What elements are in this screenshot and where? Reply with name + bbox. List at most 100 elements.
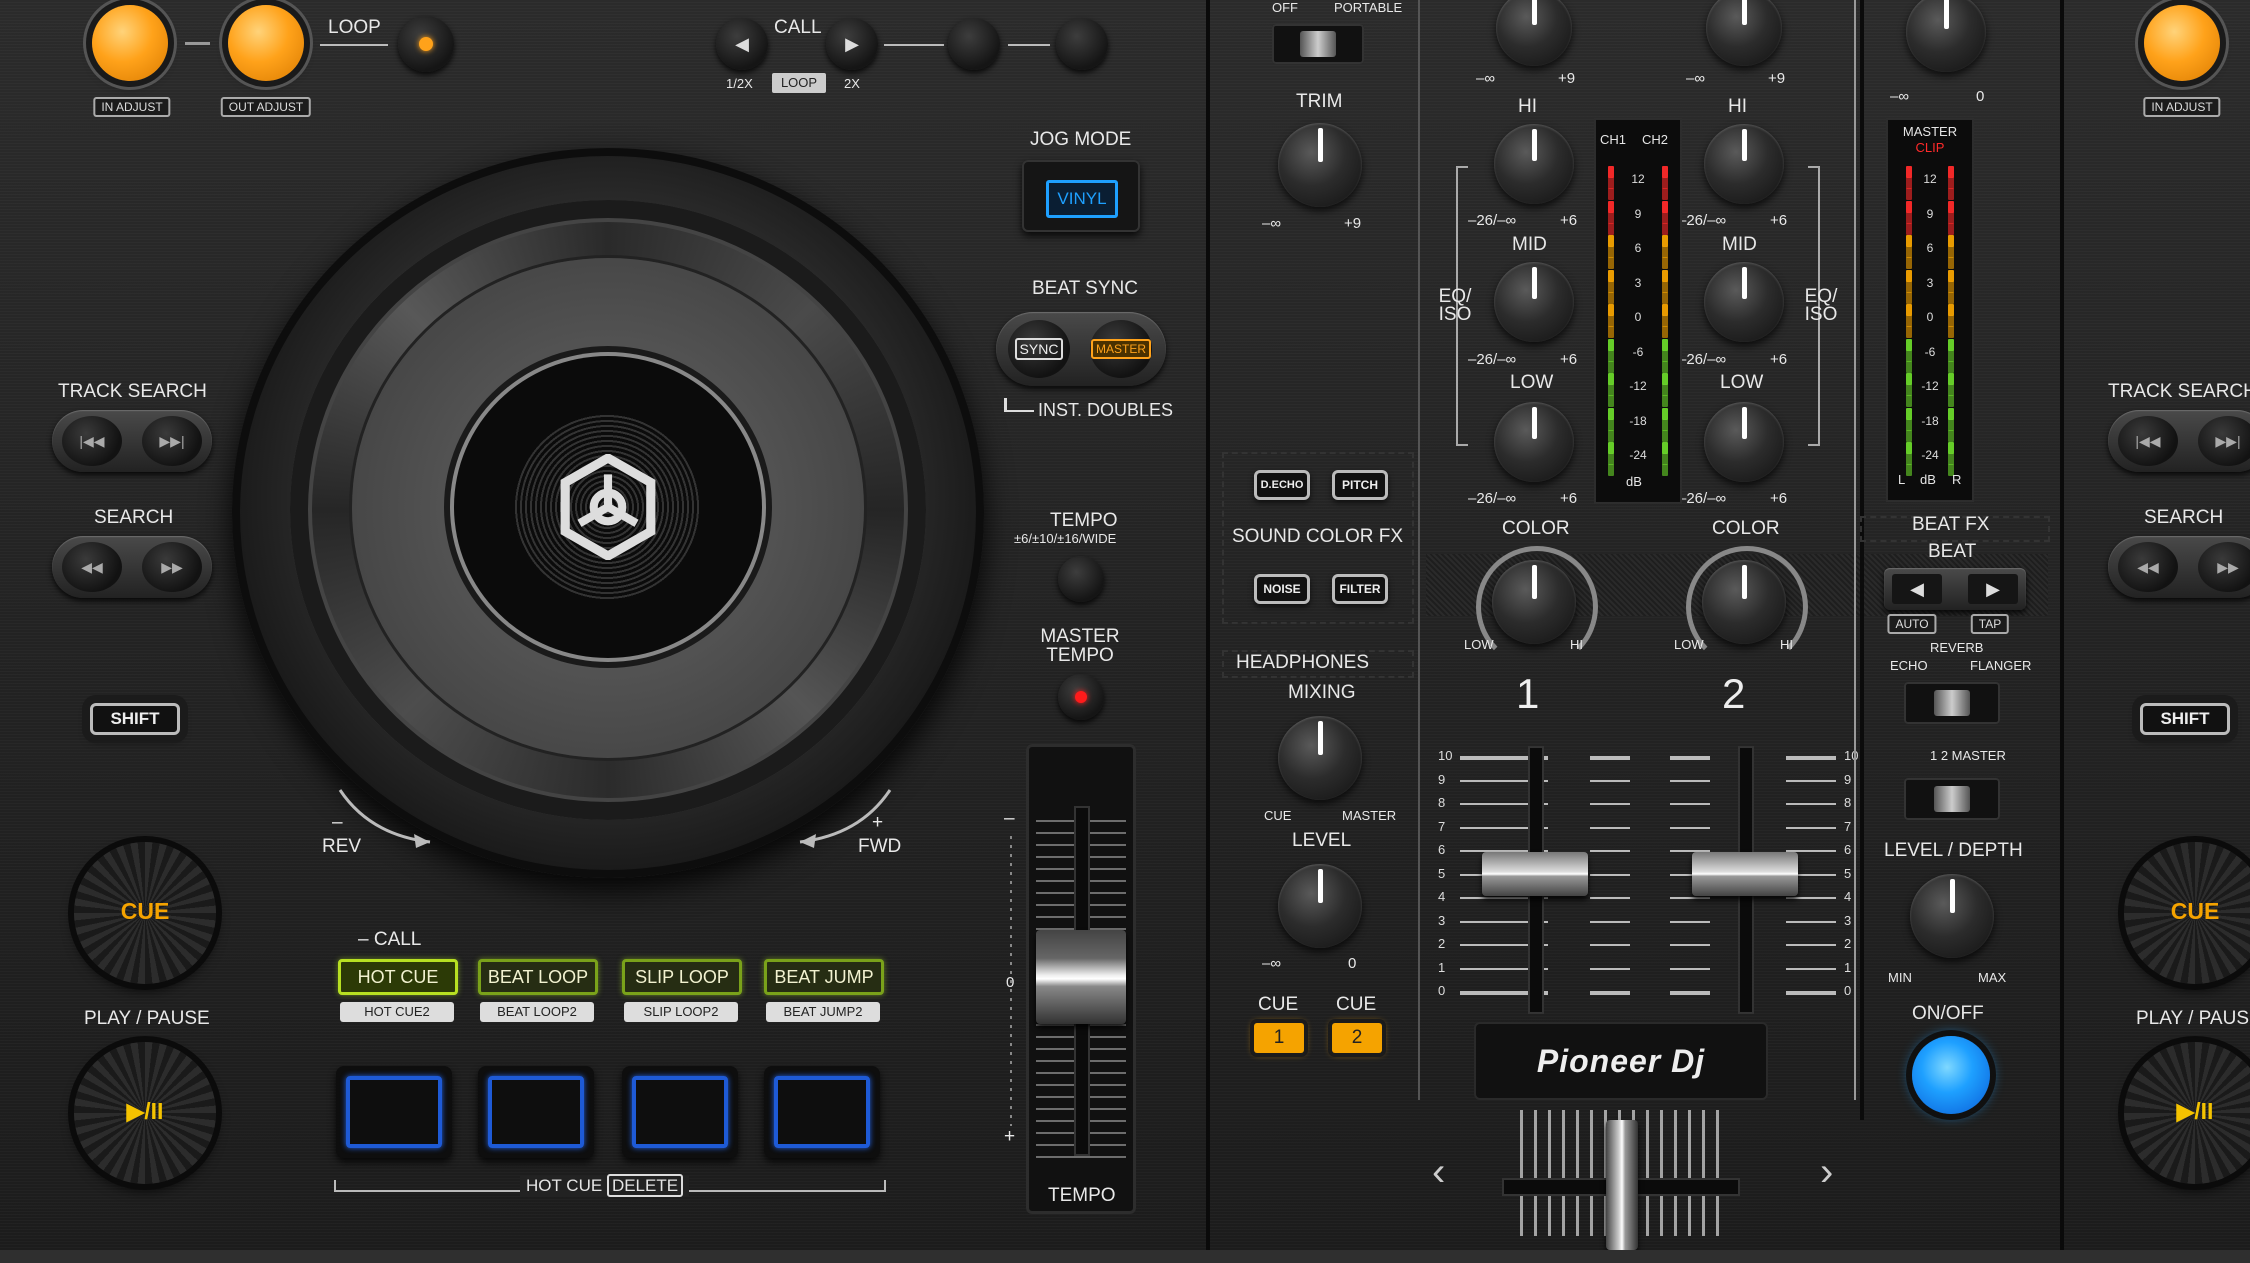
d-echo-button[interactable]: D.ECHO [1254, 470, 1310, 500]
hot-cue-delete-label: HOT CUE DELETE [520, 1174, 690, 1197]
ch1-mid-knob[interactable] [1494, 262, 1574, 342]
shift-button[interactable]: SHIFT [90, 703, 180, 735]
beat-jump-mode-button[interactable]: BEAT JUMP [764, 959, 884, 995]
reverb-label: REVERB [1930, 640, 1984, 655]
slip-loop-mode-button[interactable]: SLIP LOOP [622, 959, 742, 995]
loop-in-button[interactable] [92, 5, 168, 81]
call-back-button[interactable]: ◀ [716, 18, 768, 70]
play-pause-button[interactable]: ▶/II [74, 1042, 216, 1184]
master-level-knob[interactable] [1906, 0, 1986, 72]
cue-1-button[interactable]: 1 [1254, 1023, 1304, 1053]
play-pause-label: PLAY / PAUSE [84, 1008, 210, 1029]
meter-scale-value: 9 [1926, 206, 1934, 221]
meter-led [1906, 418, 1912, 431]
loop-out-button[interactable] [228, 5, 304, 81]
right-search-back-button[interactable]: ◀◀ [2118, 542, 2178, 592]
filter-button[interactable]: FILTER [1332, 574, 1388, 604]
ch2-hi-knob[interactable] [1704, 124, 1784, 204]
call-forward-button[interactable]: ▶ [826, 18, 878, 70]
fader-scale-line [1590, 944, 1630, 946]
fader-scale-line [1590, 967, 1630, 970]
meter-led [1662, 211, 1668, 224]
in-adjust-label: IN ADJUST [93, 97, 171, 117]
cue-2-button[interactable]: 2 [1332, 1023, 1382, 1053]
mic-trim-knob[interactable] [1278, 123, 1362, 207]
ch1-low-knob[interactable] [1494, 402, 1574, 482]
mic-switch[interactable] [1272, 24, 1364, 64]
meter-scale-value: 0 [1926, 310, 1934, 324]
tempo-fader-cap[interactable] [1036, 930, 1126, 1024]
meter-led [1608, 200, 1614, 213]
ch1-low-max: +6 [1560, 490, 1578, 507]
delete-button[interactable] [1056, 18, 1108, 70]
beat-loop-mode-button[interactable]: BEAT LOOP [478, 959, 598, 995]
headphone-level-knob[interactable] [1278, 864, 1362, 948]
search-forward-button[interactable]: ▶▶ [142, 542, 202, 592]
ch1-hi-min: –26/–∞ [1468, 212, 1517, 229]
jog-wheel[interactable] [232, 148, 984, 878]
fwd-label: FWD [858, 836, 902, 857]
ch2-trim-knob[interactable] [1706, 0, 1782, 66]
cue-2-label: CUE [1336, 994, 1377, 1015]
right-search-forward-button[interactable]: ▶▶ [2198, 542, 2250, 592]
ch1-trim-knob[interactable] [1496, 0, 1572, 66]
memory-button[interactable] [948, 18, 1000, 70]
master-tempo-button[interactable] [1058, 674, 1104, 720]
meter-scale-value: -24 [1921, 448, 1939, 462]
ch2-color-knob[interactable] [1702, 560, 1786, 644]
fader-scale-line [1590, 779, 1630, 782]
right-cue-button[interactable]: CUE [2124, 842, 2250, 984]
ch2-low-max: +6 [1770, 490, 1788, 507]
performance-pad-4[interactable] [764, 1066, 880, 1158]
master-tempo-led [1075, 691, 1087, 703]
crossfader-cap[interactable] [1606, 1120, 1638, 1250]
call-half-label: 1/2X [726, 76, 753, 91]
fader-scale-line [1590, 873, 1630, 876]
fader-scale-value: 9 [1438, 771, 1446, 787]
fx-channel-select-switch[interactable] [1904, 778, 2000, 820]
search-back-button[interactable]: ◀◀ [62, 542, 122, 592]
ch2-fader-cap[interactable] [1692, 852, 1798, 896]
cue-button[interactable]: CUE [74, 842, 216, 984]
performance-pad-3[interactable] [622, 1066, 738, 1158]
performance-pad-2[interactable] [478, 1066, 594, 1158]
track-search-back-button[interactable]: |◀◀ [62, 416, 122, 466]
performance-pad-1[interactable] [336, 1066, 452, 1158]
pitch-button[interactable]: PITCH [1332, 470, 1388, 500]
meter-led [1608, 360, 1614, 373]
ch1-hi-knob[interactable] [1494, 124, 1574, 204]
ch2-mid-knob[interactable] [1704, 262, 1784, 342]
tempo-range-button[interactable] [1058, 556, 1104, 602]
reloop-exit-button[interactable] [398, 16, 454, 72]
master-button[interactable]: MASTER [1090, 320, 1152, 378]
headphone-mixing-knob[interactable] [1278, 716, 1362, 800]
beat-fx-on-off-button[interactable] [1912, 1036, 1990, 1114]
meter-led [1948, 211, 1954, 224]
meter-led [1906, 257, 1912, 269]
beat-fx-select-switch[interactable] [1904, 682, 2000, 724]
channel-1-number: 1 [1516, 670, 1540, 717]
hot-cue-mode-button[interactable]: HOT CUE [338, 959, 458, 995]
ch2-hi-min: –26/–∞ [1678, 212, 1727, 229]
channel-2-number: 2 [1722, 670, 1746, 717]
ch1-fader-cap[interactable] [1482, 852, 1588, 896]
right-loop-in-button[interactable] [2144, 5, 2220, 81]
beat-left-button[interactable]: ◀ [1892, 574, 1942, 604]
headphone-level-max: 0 [1348, 955, 1357, 972]
ch2-low-knob[interactable] [1704, 402, 1784, 482]
sync-button[interactable]: SYNC [1008, 320, 1070, 378]
beat-right-button[interactable]: ▶ [1968, 574, 2018, 604]
noise-button[interactable]: NOISE [1254, 574, 1310, 604]
headphone-level-label: LEVEL [1292, 830, 1352, 851]
meter-led [1948, 395, 1954, 407]
master-level-min: –∞ [1890, 88, 1910, 105]
right-track-search-back-button[interactable]: |◀◀ [2118, 416, 2178, 466]
right-track-search-forward-button[interactable]: ▶▶| [2198, 416, 2250, 466]
ch2-mid-max: +6 [1770, 351, 1788, 368]
right-play-pause-button[interactable]: ▶/II [2124, 1042, 2250, 1184]
right-shift-button[interactable]: SHIFT [2140, 703, 2230, 735]
ch1-color-knob[interactable] [1492, 560, 1576, 644]
level-depth-knob[interactable] [1910, 874, 1994, 958]
jog-mode-button[interactable]: VINYL [1022, 160, 1140, 232]
track-search-forward-button[interactable]: ▶▶| [142, 416, 202, 466]
